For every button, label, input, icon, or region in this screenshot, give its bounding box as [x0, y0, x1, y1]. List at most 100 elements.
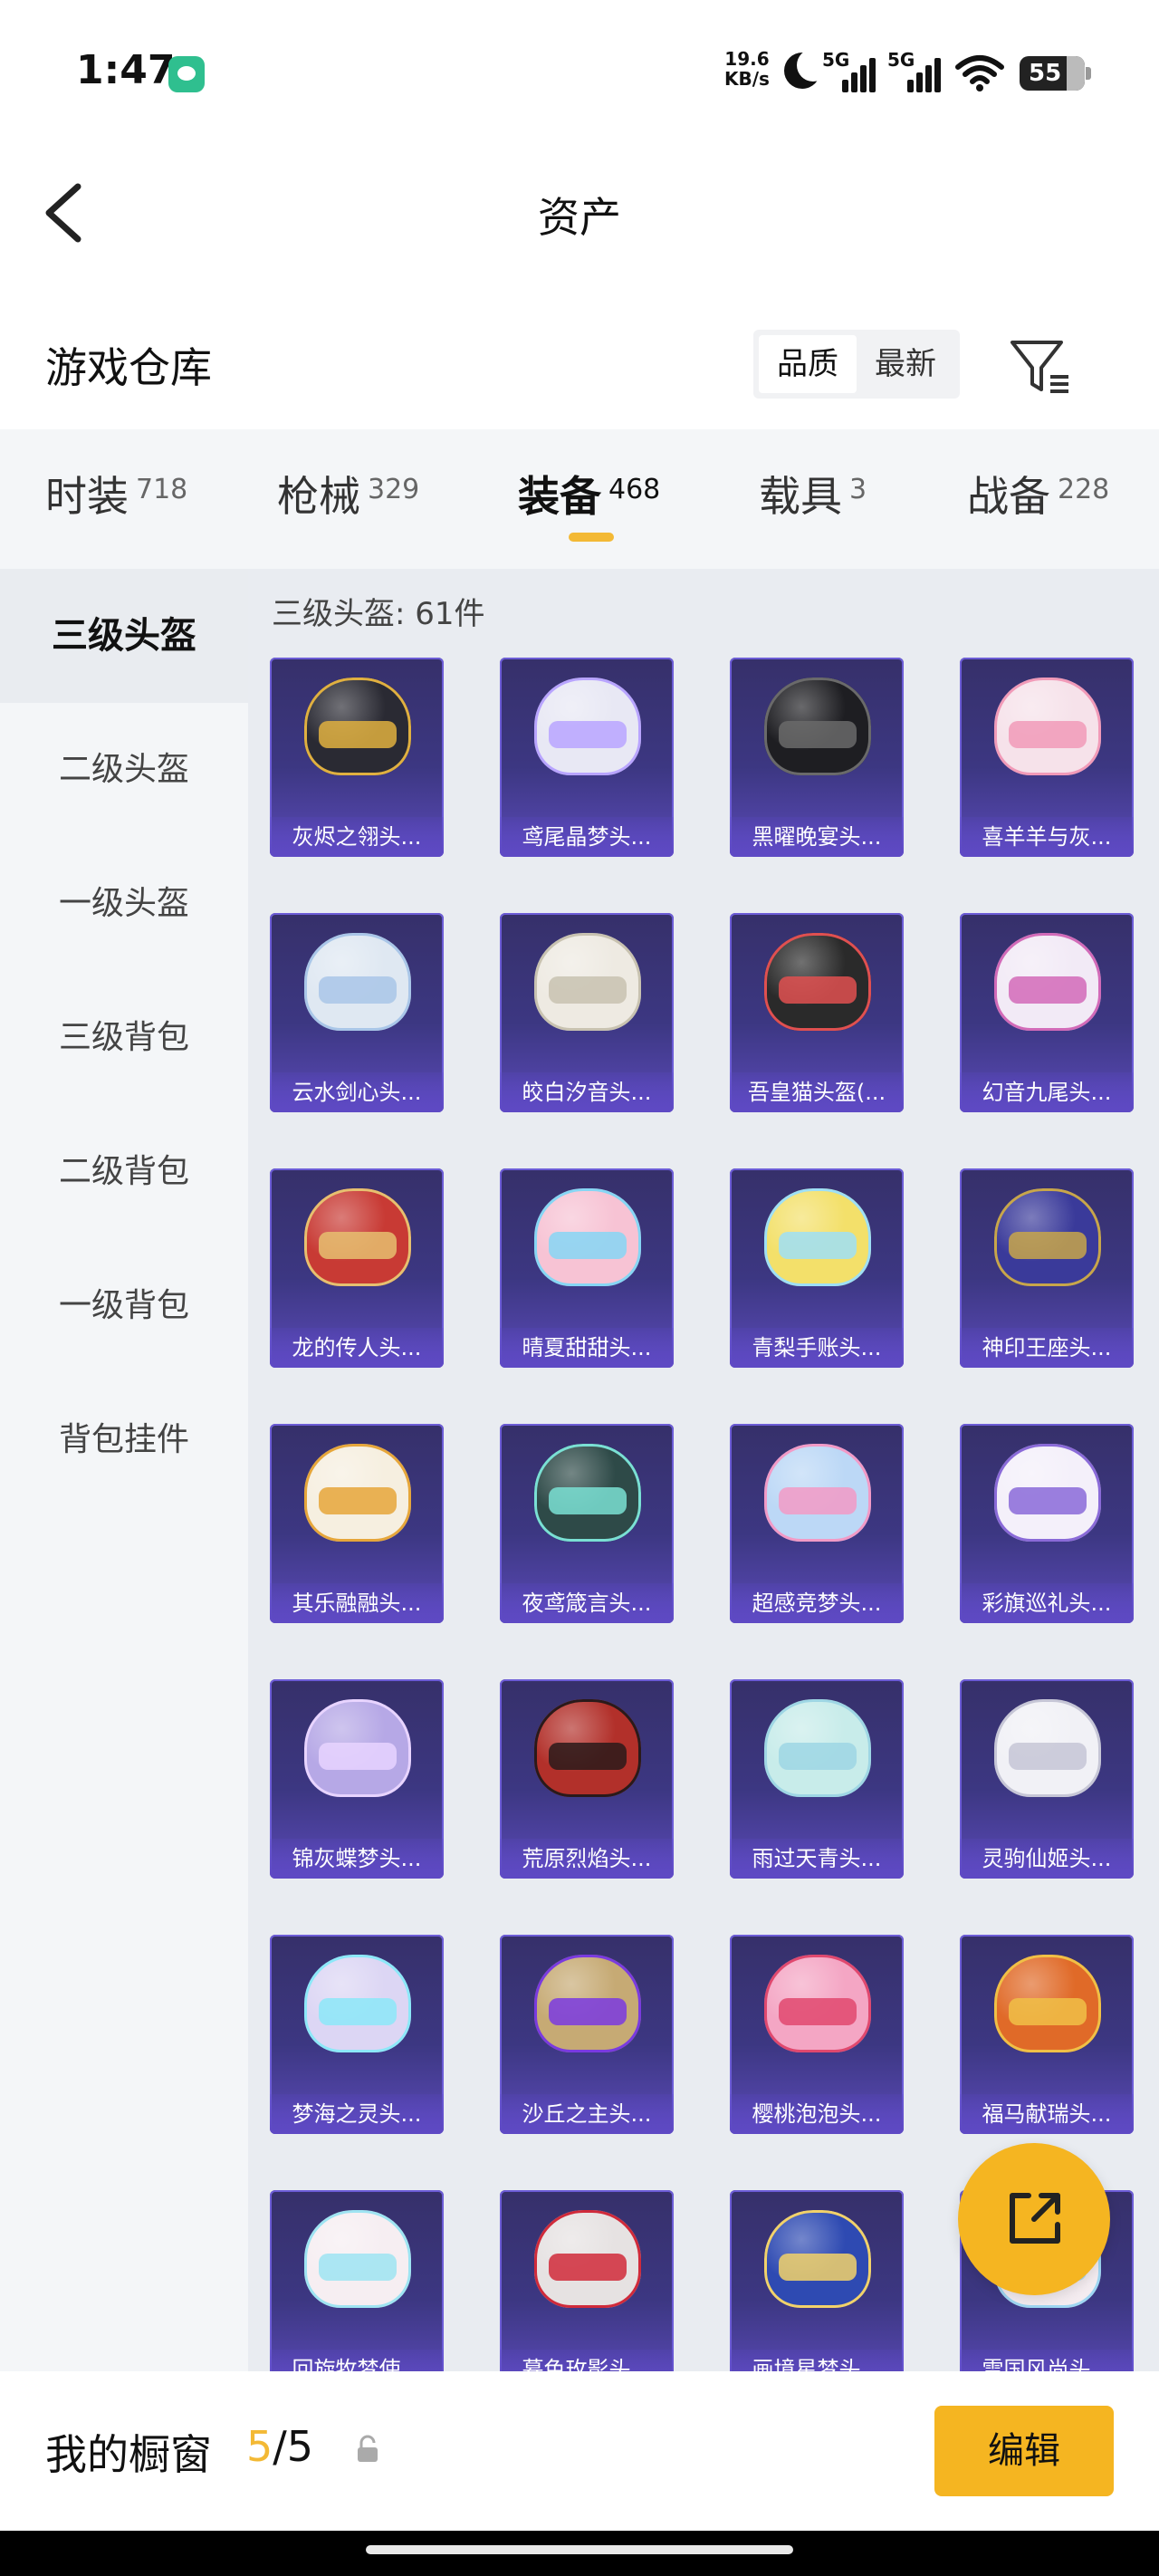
tab-fashion[interactable]: 时装 718: [45, 464, 187, 527]
helmet-item-card[interactable]: 云水剑心头...: [270, 913, 444, 1112]
helmet-image: [764, 1444, 871, 1551]
helmet-item-card[interactable]: 画境星梦头...: [730, 2190, 904, 2389]
helmet-item-card[interactable]: 黑曜晚宴头...: [730, 658, 904, 857]
helmet-image: [994, 1699, 1101, 1806]
grid-header: 三级头盔: 61件: [272, 596, 485, 632]
network-speed-unit: KB/s: [724, 68, 770, 90]
status-bar: 1:47 19.6 KB/s 5G 5G 55: [0, 0, 1159, 145]
page-header: 资产: [0, 145, 1159, 281]
status-time: 1:47: [76, 47, 176, 93]
share-button[interactable]: [958, 2143, 1110, 2295]
helmet-item-card[interactable]: 夜鸢箴言头...: [500, 1424, 674, 1623]
helmet-item-card[interactable]: 沙丘之主头...: [500, 1935, 674, 2134]
sidebar-item-level3-backpack[interactable]: 三级背包: [0, 971, 248, 1105]
helmet-item-card[interactable]: 雨过天青头...: [730, 1679, 904, 1879]
sidebar-item-level2-backpack[interactable]: 二级背包: [0, 1105, 248, 1239]
helmet-item-name: 沙丘之主头...: [500, 2094, 674, 2134]
tab-count: 329: [368, 474, 420, 505]
helmet-image: [764, 678, 871, 784]
helmet-item-card[interactable]: 吾皇猫头盔(...: [730, 913, 904, 1112]
helmet-item-card[interactable]: 青梨手账头...: [730, 1168, 904, 1368]
do-not-disturb-icon: [784, 49, 829, 89]
showcase-count-total: 5: [286, 2422, 314, 2471]
app-screen: 1:47 19.6 KB/s 5G 5G 55 资产 游戏仓库 品质 最新 时装…: [0, 0, 1159, 2576]
helmet-image: [994, 1444, 1101, 1551]
tab-supplies[interactable]: 战备 228: [967, 464, 1109, 527]
home-indicator[interactable]: [366, 2545, 793, 2554]
helmet-item-card[interactable]: 晴夏甜甜头...: [500, 1168, 674, 1368]
helmet-image: [764, 1188, 871, 1295]
helmet-item-card[interactable]: 神印王座头...: [960, 1168, 1134, 1368]
edit-button[interactable]: 编辑: [934, 2406, 1114, 2496]
sidebar-item-backpack-pendant[interactable]: 背包挂件: [0, 1373, 248, 1507]
helmet-item-name: 超感竞梦头...: [730, 1583, 904, 1623]
item-grid-panel: 三级头盔: 61件 灰烬之翎头... 鸢尾晶梦头... 黑曜晚宴头... 喜羊羊与灰.…: [248, 569, 1159, 2389]
helmet-image: [534, 1699, 641, 1806]
helmet-item-name: 青梨手账头...: [730, 1328, 904, 1368]
helmet-item-name: 雨过天青头...: [730, 1839, 904, 1879]
helmet-item-card[interactable]: 暮色玫影头...: [500, 2190, 674, 2389]
helmet-item-card[interactable]: 樱桃泡泡头...: [730, 1935, 904, 2134]
helmet-item-card[interactable]: 超感竞梦头...: [730, 1424, 904, 1623]
tab-equipment[interactable]: 装备 468: [518, 464, 660, 527]
signal-2-icon: 5G: [887, 49, 945, 92]
tab-weapons[interactable]: 枪械 329: [277, 464, 419, 527]
helmet-image: [534, 1444, 641, 1551]
tab-count: 718: [136, 474, 188, 505]
helmet-item-card[interactable]: 梦海之灵头...: [270, 1935, 444, 2134]
filter-icon[interactable]: [1009, 337, 1072, 395]
helmet-item-card[interactable]: 皎白汐音头...: [500, 913, 674, 1112]
showcase-bar: 我的橱窗 5/5 编辑: [0, 2371, 1159, 2531]
sidebar-item-level1-helmet[interactable]: 一级头盔: [0, 837, 248, 971]
helmet-item-card[interactable]: 龙的传人头...: [270, 1168, 444, 1368]
helmet-item-card[interactable]: 福马献瑞头...: [960, 1935, 1134, 2134]
showcase-label: 我的橱窗: [45, 2430, 212, 2479]
sidebar-item-level3-helmet[interactable]: 三级头盔: [0, 569, 248, 703]
helmet-item-name: 喜羊羊与灰...: [960, 817, 1134, 857]
helmet-image: [994, 678, 1101, 784]
helmet-item-card[interactable]: 锦灰蝶梦头...: [270, 1679, 444, 1879]
helmet-image: [304, 1955, 411, 2062]
helmet-image: [304, 1699, 411, 1806]
helmet-item-card[interactable]: 回旋牧梦使...: [270, 2190, 444, 2389]
helmet-image: [994, 1188, 1101, 1295]
sort-by-quality-button[interactable]: 品质: [759, 335, 857, 393]
helmet-item-name: 其乐融融头...: [270, 1583, 444, 1623]
wechat-notification-icon: [168, 56, 205, 92]
helmet-image: [304, 933, 411, 1040]
section-title: 游戏仓库: [45, 343, 212, 392]
helmet-item-name: 黑曜晚宴头...: [730, 817, 904, 857]
helmet-item-name: 晴夏甜甜头...: [500, 1328, 674, 1368]
helmet-item-name: 皎白汐音头...: [500, 1072, 674, 1112]
helmet-item-name: 神印王座头...: [960, 1328, 1134, 1368]
tab-count: 3: [849, 474, 867, 505]
sidebar-item-level2-helmet[interactable]: 二级头盔: [0, 703, 248, 837]
helmet-item-card[interactable]: 灰烬之翎头...: [270, 658, 444, 857]
helmet-item-name: 荒原烈焰头...: [500, 1839, 674, 1879]
signal-1-icon: 5G: [822, 49, 880, 92]
helmet-item-name: 幻音九尾头...: [960, 1072, 1134, 1112]
battery-icon: 55: [1020, 56, 1091, 91]
helmet-item-name: 灰烬之翎头...: [270, 817, 444, 857]
tab-label: 时装: [45, 472, 129, 521]
sort-by-newest-button[interactable]: 最新: [857, 335, 954, 393]
helmet-item-card[interactable]: 喜羊羊与灰...: [960, 658, 1134, 857]
helmet-image: [764, 2210, 871, 2317]
helmet-item-name: 云水剑心头...: [270, 1072, 444, 1112]
helmet-item-name: 福马献瑞头...: [960, 2094, 1134, 2134]
helmet-item-card[interactable]: 其乐融融头...: [270, 1424, 444, 1623]
tab-vehicles[interactable]: 载具 3: [759, 464, 867, 527]
helmet-item-card[interactable]: 荒原烈焰头...: [500, 1679, 674, 1879]
battery-level: 55: [1029, 60, 1062, 87]
helmet-item-card[interactable]: 鸢尾晶梦头...: [500, 658, 674, 857]
showcase-count: 5/5: [246, 2422, 313, 2471]
helmet-item-card[interactable]: 幻音九尾头...: [960, 913, 1134, 1112]
subcategory-sidebar: 三级头盔 二级头盔 一级头盔 三级背包 二级背包 一级背包 背包挂件: [0, 569, 248, 2380]
helmet-image: [994, 1955, 1101, 2062]
active-tab-indicator: [569, 533, 614, 542]
sidebar-item-level1-backpack[interactable]: 一级背包: [0, 1239, 248, 1373]
helmet-item-card[interactable]: 彩旗巡礼头...: [960, 1424, 1134, 1623]
tab-label: 装备: [518, 472, 601, 521]
helmet-item-card[interactable]: 灵驹仙姬头...: [960, 1679, 1134, 1879]
showcase-count-separator: /: [273, 2422, 287, 2471]
